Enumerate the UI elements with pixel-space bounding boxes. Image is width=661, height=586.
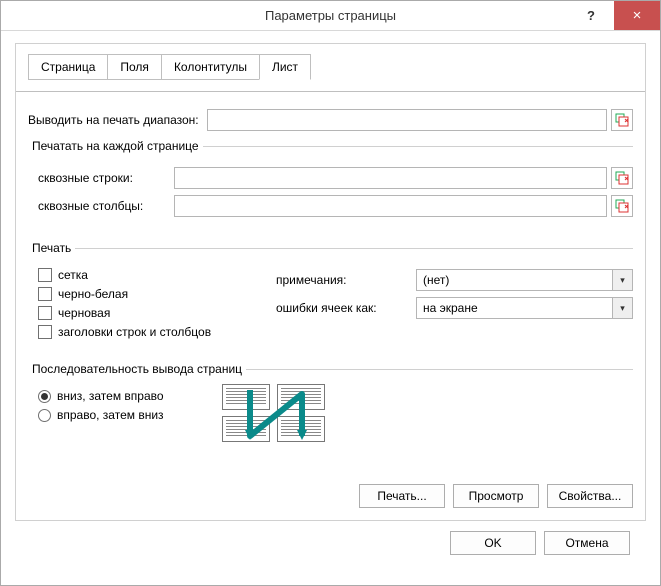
tab-sheet[interactable]: Лист (259, 54, 311, 80)
collapse-dialog-icon (615, 113, 629, 127)
titlebar: Параметры страницы ? × (1, 1, 660, 31)
ok-button[interactable]: OK (450, 531, 536, 555)
gridlines-label: сетка (58, 268, 88, 282)
titles-group: Печатать на каждой странице сквозные стр… (28, 139, 633, 233)
panel-buttons: Печать... Просмотр Свойства... (28, 484, 633, 508)
rows-input[interactable] (174, 167, 607, 189)
draft-checkbox-row[interactable]: черновая (38, 306, 258, 320)
comments-label: примечания: (276, 273, 416, 287)
draft-checkbox[interactable] (38, 306, 52, 320)
bw-label: черно-белая (58, 287, 128, 301)
chevron-down-icon: ▾ (612, 298, 632, 318)
comments-dropdown[interactable]: (нет) ▾ (416, 269, 633, 291)
print-area-input[interactable] (207, 109, 607, 131)
bw-checkbox[interactable] (38, 287, 52, 301)
draft-label: черновая (58, 306, 110, 320)
tab-strip: Страница Поля Колонтитулы Лист (28, 54, 633, 80)
tab-fields[interactable]: Поля (107, 54, 162, 80)
collapse-dialog-icon (615, 199, 629, 213)
collapse-dialog-icon (615, 171, 629, 185)
errors-label: ошибки ячеек как: (276, 301, 416, 315)
right-then-down-radio-row[interactable]: вправо, затем вниз (38, 408, 208, 422)
cols-label: сквозные столбцы: (38, 199, 166, 213)
rows-label: сквозные строки: (38, 171, 166, 185)
cols-ref-button[interactable] (611, 195, 633, 217)
preview-button[interactable]: Просмотр (453, 484, 539, 508)
down-then-right-radio[interactable] (38, 390, 51, 403)
headings-checkbox-row[interactable]: заголовки строк и столбцов (38, 325, 258, 339)
cols-input[interactable] (174, 195, 607, 217)
bw-checkbox-row[interactable]: черно-белая (38, 287, 258, 301)
print-area-ref-button[interactable] (611, 109, 633, 131)
dialog-title: Параметры страницы (1, 8, 660, 23)
print-button[interactable]: Печать... (359, 484, 445, 508)
tab-headers[interactable]: Колонтитулы (161, 54, 260, 80)
headings-label: заголовки строк и столбцов (58, 325, 211, 339)
page-setup-dialog: Параметры страницы ? × Страница Поля Кол… (0, 0, 661, 586)
tab-page[interactable]: Страница (28, 54, 108, 80)
comments-value: (нет) (417, 273, 612, 287)
gridlines-checkbox-row[interactable]: сетка (38, 268, 258, 282)
down-then-right-label: вниз, затем вправо (57, 389, 164, 403)
down-then-right-radio-row[interactable]: вниз, затем вправо (38, 389, 208, 403)
errors-dropdown[interactable]: на экране ▾ (416, 297, 633, 319)
titles-legend: Печатать на каждой странице (28, 139, 203, 153)
properties-button[interactable]: Свойства... (547, 484, 633, 508)
print-area-row: Выводить на печать диапазон: (28, 109, 633, 131)
page-order-group: Последовательность вывода страниц вниз, … (28, 362, 633, 456)
page-order-preview (222, 384, 332, 446)
cancel-button[interactable]: Отмена (544, 531, 630, 555)
right-then-down-label: вправо, затем вниз (57, 408, 164, 422)
gridlines-checkbox[interactable] (38, 268, 52, 282)
print-area-label: Выводить на печать диапазон: (28, 113, 199, 127)
dialog-buttons: OK Отмена (15, 521, 646, 555)
print-group: Печать сетка черно-белая чер (28, 241, 633, 354)
chevron-down-icon: ▾ (612, 270, 632, 290)
errors-value: на экране (417, 301, 612, 315)
page-order-legend: Последовательность вывода страниц (28, 362, 246, 376)
right-then-down-radio[interactable] (38, 409, 51, 422)
rows-ref-button[interactable] (611, 167, 633, 189)
print-legend: Печать (28, 241, 75, 255)
headings-checkbox[interactable] (38, 325, 52, 339)
